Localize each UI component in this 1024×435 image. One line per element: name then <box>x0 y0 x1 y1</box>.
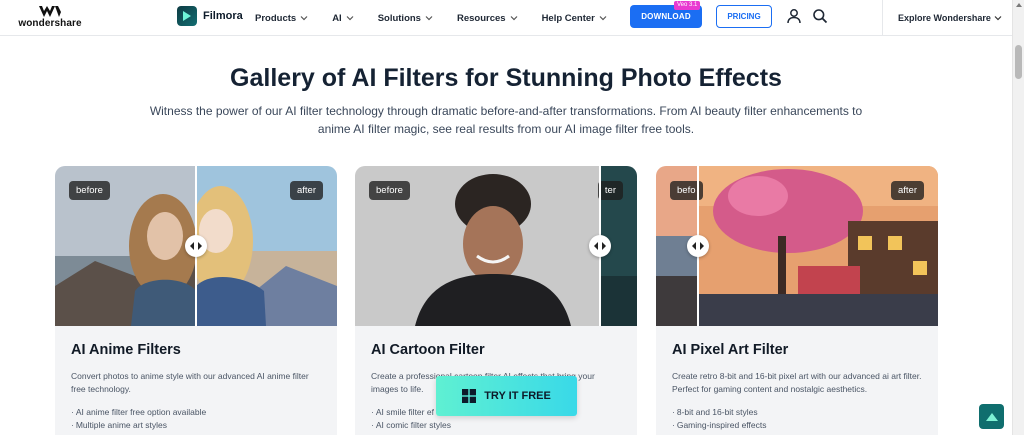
filmora-icon <box>177 6 197 26</box>
nav-label: Products <box>255 12 297 24</box>
scroll-up-arrow-icon[interactable] <box>1016 3 1022 7</box>
chevron-down-icon <box>425 16 433 21</box>
after-label: ter <box>597 181 623 200</box>
before-after-slider[interactable]: befo after <box>656 166 938 326</box>
explore-label: Explore Wondershare <box>898 13 991 23</box>
chevron-down-icon <box>300 16 308 21</box>
nav-label: Solutions <box>377 12 421 24</box>
main-nav: Products AI Solutions Resources Help Cen… <box>255 0 631 36</box>
card-description: Convert photos to anime style with our a… <box>71 371 309 394</box>
chevron-down-icon <box>346 16 354 21</box>
chevron-down-icon <box>994 16 1002 21</box>
feature-list: AI anime filter free option available Mu… <box>71 406 206 432</box>
explore-wondershare-menu[interactable]: Explore Wondershare <box>882 0 1012 36</box>
pricing-button[interactable]: PRICING <box>716 5 772 28</box>
account-icon[interactable] <box>785 7 803 25</box>
page: wondershare Filmora Products AI Solution… <box>0 0 1024 435</box>
feature-item: 8-bit and 16-bit styles <box>672 406 766 419</box>
slider-handle-icon[interactable] <box>589 235 611 257</box>
filter-card-pixel-art[interactable]: befo after AI Pixel Art Filter Create re… <box>656 166 938 435</box>
nav-ai[interactable]: AI <box>332 13 354 24</box>
feature-item: AI comic filter styles <box>371 419 451 432</box>
nav-help-center[interactable]: Help Center <box>542 13 607 24</box>
back-to-top-button[interactable] <box>979 404 1004 429</box>
before-label: before <box>369 181 410 200</box>
wondershare-mark-icon <box>39 6 61 17</box>
after-label: after <box>890 181 924 200</box>
nav-label: Resources <box>456 12 506 24</box>
windows-icon <box>462 389 477 403</box>
arrow-up-icon <box>985 412 998 421</box>
card-title: AI Pixel Art Filter <box>672 342 789 358</box>
before-label: before <box>69 181 110 200</box>
chevron-down-icon <box>510 16 517 21</box>
before-after-slider[interactable]: before ter <box>355 166 637 326</box>
feature-item: Gaming-inspired effects <box>672 419 767 432</box>
after-label: after <box>289 181 323 200</box>
nav-label: AI <box>332 12 342 24</box>
top-navigation: wondershare Filmora Products AI Solution… <box>0 0 1012 36</box>
nav-products[interactable]: Products <box>255 13 308 24</box>
card-description: Create retro 8-bit and 16-bit pixel art … <box>672 371 922 394</box>
feature-list: 8-bit and 16-bit styles Gaming-inspired … <box>672 406 767 432</box>
feature-item: AI anime filter free option available <box>71 406 206 419</box>
wondershare-logo[interactable]: wondershare <box>14 5 86 31</box>
filmora-logo[interactable]: Filmora <box>177 6 243 26</box>
search-icon[interactable] <box>811 7 829 25</box>
try-it-free-button[interactable]: TRY IT FREE <box>436 376 577 416</box>
page-title: Gallery of AI Filters for Stunning Photo… <box>230 64 782 92</box>
nav-solutions[interactable]: Solutions <box>378 13 433 24</box>
chevron-down-icon <box>599 16 607 21</box>
cta-label: TRY IT FREE <box>484 390 551 402</box>
slider-handle-icon[interactable] <box>687 235 709 257</box>
card-title: AI Anime Filters <box>71 342 181 358</box>
nav-resources[interactable]: Resources <box>457 13 518 24</box>
brand-name: wondershare <box>18 18 82 29</box>
card-title: AI Cartoon Filter <box>371 342 485 358</box>
scroll-thumb[interactable] <box>1015 45 1022 79</box>
page-scrollbar[interactable] <box>1012 0 1024 435</box>
before-after-slider[interactable]: before after <box>55 166 337 326</box>
filter-card-anime[interactable]: before after AI Anime Filters Convert ph… <box>55 166 337 435</box>
page-subtitle: Witness the power of our AI filter techn… <box>149 104 863 136</box>
product-name: Filmora <box>203 10 243 22</box>
slider-handle-icon[interactable] <box>185 235 207 257</box>
veo-badge: Veo 3.1 <box>674 1 701 10</box>
nav-label: Help Center <box>541 12 595 24</box>
feature-item: Multiple anime art styles <box>71 419 206 432</box>
